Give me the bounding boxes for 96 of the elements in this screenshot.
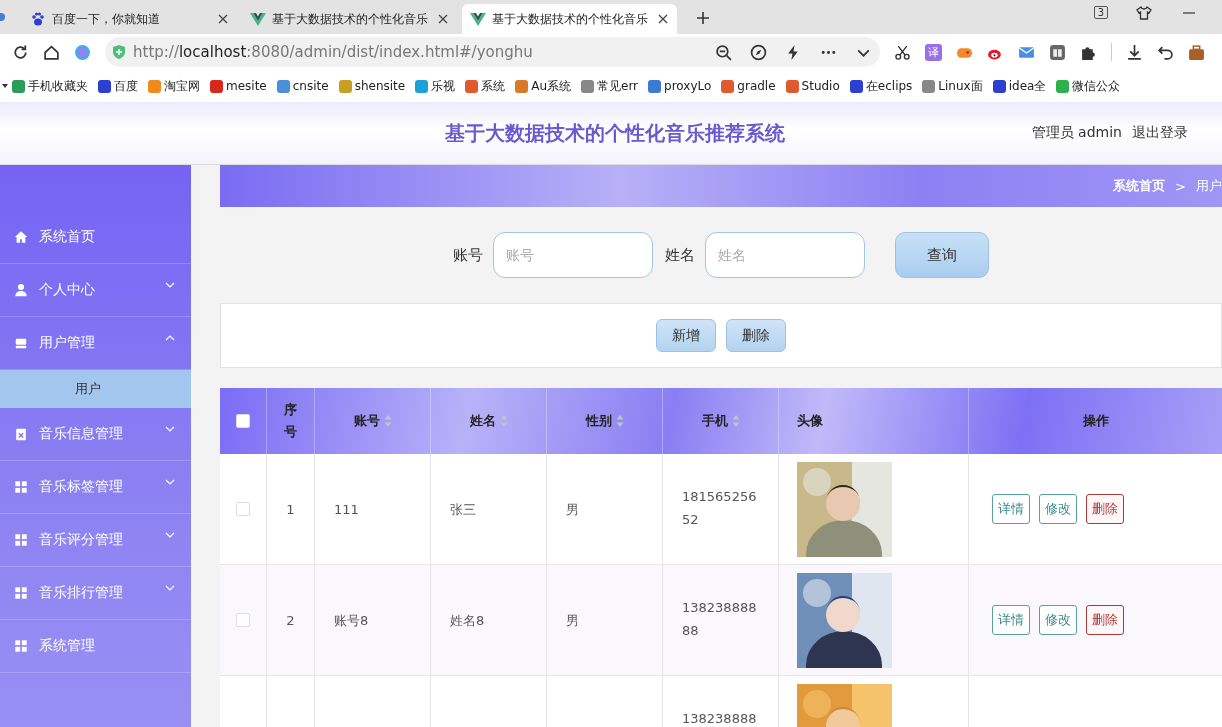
table-cell-text: 138238888 [682, 710, 757, 727]
user-icon [14, 283, 28, 297]
translate-icon[interactable]: 译 [925, 43, 942, 61]
search-field[interactable]: 账号 [493, 232, 653, 278]
chevron-icon [165, 426, 175, 432]
new-tab-icon[interactable] [696, 11, 710, 25]
table-cell-text: 18156525652 [682, 488, 758, 529]
checkbox[interactable] [236, 613, 250, 627]
table-cell-text: 姓名8 [450, 611, 485, 630]
bookmark[interactable]: 在eclips [849, 77, 913, 95]
column-header: 序号 [283, 401, 298, 441]
table-cell-text: 111 [334, 500, 359, 519]
bookmark[interactable]: gradle [721, 79, 776, 93]
sidebar-subitem[interactable]: 用户 [0, 370, 191, 408]
close-icon[interactable] [217, 13, 229, 25]
table-cell-text: 男 [566, 500, 579, 519]
vue-logo-icon [250, 11, 266, 27]
paw-icon [30, 11, 46, 27]
column-header: 操作 [1082, 412, 1109, 430]
chevron-icon [165, 532, 175, 538]
shirt-icon[interactable] [1136, 4, 1152, 21]
bookmark[interactable]: idea全 [992, 77, 1047, 95]
reload-icon[interactable] [12, 43, 29, 61]
checkbox[interactable] [236, 414, 250, 428]
row-action-button[interactable]: 详情 [992, 605, 1030, 635]
table-cell-text: 2 [286, 611, 295, 630]
grid-icon [14, 533, 28, 547]
row-action-button[interactable]: 详情 [992, 494, 1030, 524]
scissors-icon[interactable] [894, 43, 911, 61]
close-icon[interactable] [657, 13, 669, 25]
grid-icon [14, 480, 28, 494]
search-field[interactable]: 姓名 [705, 232, 865, 278]
bookmark[interactable]: 百度 [98, 77, 138, 95]
checkbox[interactable] [236, 502, 250, 516]
row-action-button[interactable]: 删除 [1086, 605, 1124, 635]
caret-icon[interactable] [2, 83, 8, 89]
assistant-icon[interactable] [74, 43, 91, 61]
address-field[interactable]: http://localhost:8080/admin/dist/index.html#/yonghu [105, 37, 880, 67]
row-action-button[interactable]: 修改 [1039, 494, 1077, 524]
table-cell-text: 张三 [450, 500, 476, 519]
table-cell-text: 账号8 [334, 611, 369, 630]
minimize-icon[interactable] [1182, 10, 1196, 15]
chevron-icon [165, 479, 175, 485]
toolbox-icon[interactable] [1188, 43, 1205, 61]
grid-icon [14, 586, 28, 600]
table-cell-text: 13823888888 [682, 599, 758, 640]
user-label: 管理员 admin [1031, 124, 1122, 142]
bookmark[interactable]: Linux面 [922, 77, 983, 95]
bookmark[interactable]: Studio [785, 79, 840, 93]
search-button[interactable]: 查询 [895, 232, 989, 278]
browser-tab[interactable]: 百度一下，你就知道 [22, 4, 237, 34]
bookmark[interactable]: 微信公众 [1056, 77, 1121, 95]
bookmark[interactable]: 手机收藏夹 [12, 77, 88, 95]
bookmark[interactable]: cnsite [276, 79, 329, 93]
bookmark[interactable]: 乐视 [415, 77, 456, 95]
close-icon[interactable] [437, 13, 449, 25]
browser-tab[interactable]: 基于大数据技术的个性化音乐 [242, 4, 457, 34]
chevron-icon [165, 335, 175, 341]
chevron-icon [165, 282, 175, 288]
row-action-button[interactable]: 修改 [1039, 605, 1077, 635]
browser-tab[interactable]: 基于大数据技术的个性化音乐 [462, 4, 677, 34]
column-header: 性别 [585, 412, 612, 430]
column-header: 账号 [353, 412, 380, 430]
tray-icon [14, 336, 28, 350]
bookmark[interactable]: shensite [338, 79, 406, 93]
grid-icon [14, 639, 28, 653]
column-header: 手机 [701, 412, 728, 430]
field-label: 账号 [453, 245, 483, 265]
bookmark[interactable]: 系统 [465, 77, 506, 95]
home-icon [14, 230, 28, 244]
bookmark[interactable]: Au系统 [515, 77, 571, 95]
bookmark[interactable]: 淘宝网 [148, 77, 200, 95]
download-icon[interactable] [1126, 43, 1143, 61]
action-button[interactable]: 删除 [726, 319, 786, 352]
zoom-out-icon[interactable] [715, 43, 732, 61]
home-icon[interactable] [43, 43, 60, 61]
bookmark[interactable]: proxyLo [648, 79, 712, 93]
app-title: 基于大数据技术的个性化音乐推荐系统 [445, 119, 785, 147]
table-cell-text: 1 [286, 500, 295, 519]
column-header: 头像 [797, 412, 823, 430]
vue-logo-icon [470, 11, 486, 27]
logout-link[interactable]: 退出登录 [1132, 124, 1188, 142]
table-cell-text: 男 [566, 611, 579, 630]
shield-icon [111, 44, 127, 60]
action-button[interactable]: 新增 [656, 319, 716, 352]
bookmark[interactable]: 常见err [581, 77, 639, 95]
column-header: 姓名 [469, 412, 496, 430]
chevron-icon [165, 585, 175, 591]
bookmark[interactable]: mesite [210, 79, 267, 93]
compass-icon[interactable] [750, 43, 767, 61]
window-count-badge[interactable]: 3 [1093, 5, 1108, 19]
row-action-button[interactable]: 删除 [1086, 494, 1124, 524]
field-label: 姓名 [665, 245, 695, 265]
breadcrumb-separator: > [1175, 178, 1186, 194]
clipboard-icon [14, 427, 28, 441]
book-icon[interactable] [1049, 43, 1066, 61]
